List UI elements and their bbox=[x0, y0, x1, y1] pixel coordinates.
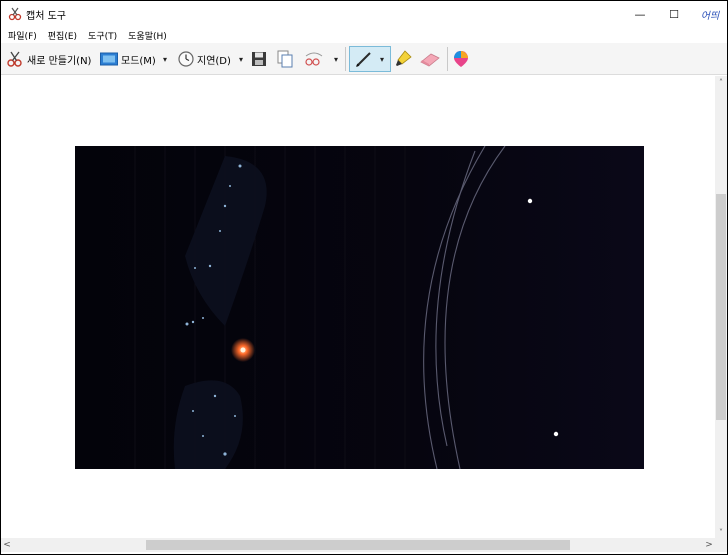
paint3d-icon bbox=[453, 50, 469, 68]
menu-help[interactable]: 도움말(H) bbox=[128, 29, 167, 42]
snip-canvas[interactable] bbox=[1, 76, 715, 538]
eraser-button[interactable] bbox=[419, 46, 441, 72]
horizontal-scrollbar[interactable]: < > bbox=[1, 538, 715, 552]
maximize-button[interactable]: ☐ bbox=[662, 4, 686, 24]
title-bar: 캡처 도구 — ☐ 어띄 bbox=[1, 1, 727, 27]
vertical-scroll-thumb[interactable] bbox=[716, 194, 726, 420]
menu-bar: 파일(F) 편집(E) 도구(T) 도움말(H) bbox=[1, 27, 727, 43]
window-title: 캡처 도구 bbox=[26, 11, 66, 22]
scroll-right-button[interactable]: > bbox=[703, 538, 715, 552]
copy-icon bbox=[277, 50, 293, 68]
send-dropdown[interactable]: ▾ bbox=[334, 46, 338, 72]
mode-label: 모드(M) bbox=[121, 55, 156, 67]
eraser-icon bbox=[419, 50, 441, 68]
vertical-scrollbar[interactable]: ˄ ˅ bbox=[715, 76, 727, 538]
new-snip-icon bbox=[6, 50, 24, 68]
menu-file[interactable]: 파일(F) bbox=[8, 29, 37, 42]
menu-edit[interactable]: 편집(E) bbox=[48, 29, 77, 42]
delay-label: 지연(D) bbox=[197, 55, 231, 67]
space-scene-image bbox=[75, 146, 644, 469]
send-snip-button[interactable] bbox=[303, 46, 325, 72]
horizontal-scroll-thumb[interactable] bbox=[146, 540, 570, 550]
toolbar-separator bbox=[345, 47, 346, 71]
highlighter-button[interactable] bbox=[393, 46, 413, 72]
new-snip-label: 새로 만들기(N) bbox=[27, 55, 92, 67]
scroll-down-button[interactable]: ˅ bbox=[715, 526, 727, 538]
rectangle-mode-icon bbox=[100, 52, 118, 66]
pen-button[interactable]: ▾ bbox=[349, 46, 391, 72]
minimize-button[interactable]: — bbox=[628, 4, 652, 24]
pen-dropdown[interactable]: ▾ bbox=[380, 55, 384, 64]
mode-button[interactable]: 모드(M) bbox=[100, 46, 156, 72]
delay-dropdown[interactable]: ▾ bbox=[239, 46, 243, 72]
snipping-tool-window: 캡처 도구 — ☐ 어띄 파일(F) 편집(E) 도구(T) 도움말(H) 새로… bbox=[1, 1, 727, 554]
scroll-left-button[interactable]: < bbox=[1, 538, 13, 552]
paint3d-button[interactable] bbox=[453, 46, 469, 72]
pen-icon bbox=[354, 49, 374, 69]
menu-tools[interactable]: 도구(T) bbox=[88, 29, 117, 42]
save-icon bbox=[251, 51, 267, 67]
delay-button[interactable]: 지연(D) bbox=[178, 46, 231, 72]
scissors-app-icon bbox=[8, 7, 22, 21]
copy-button[interactable] bbox=[277, 46, 293, 72]
clock-icon bbox=[178, 51, 194, 67]
highlighter-icon bbox=[393, 49, 413, 69]
captured-image bbox=[75, 146, 644, 469]
scrollbar-corner bbox=[715, 538, 727, 552]
toolbar-separator-2 bbox=[447, 47, 448, 71]
toolbar: 새로 만들기(N) 모드(M) ▾ 지연(D) ▾ ▾ ▾ bbox=[1, 43, 727, 75]
mode-dropdown[interactable]: ▾ bbox=[163, 46, 167, 72]
close-button[interactable]: 어띄 bbox=[696, 4, 724, 24]
new-snip-button[interactable]: 새로 만들기(N) bbox=[6, 46, 91, 72]
send-snip-icon bbox=[303, 50, 325, 68]
scroll-up-button[interactable]: ˄ bbox=[715, 76, 727, 88]
save-button[interactable] bbox=[251, 46, 267, 72]
